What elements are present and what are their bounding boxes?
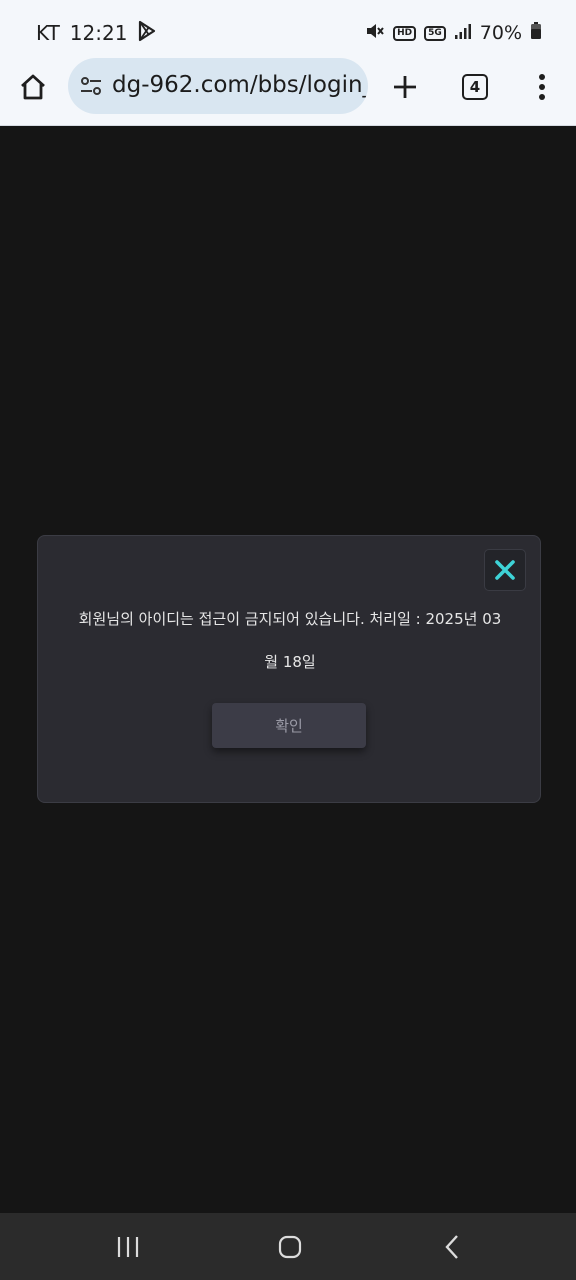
browser-toolbar: dg-962.com/bbs/login_ 4 [0, 58, 576, 126]
clock: 12:21 [69, 21, 128, 45]
url-text[interactable]: dg-962.com/bbs/login_ [112, 72, 368, 98]
confirm-button[interactable]: 확인 [212, 703, 366, 748]
signal-icon [454, 22, 472, 45]
close-button[interactable] [484, 549, 526, 591]
status-right: HD 5G 70% [365, 20, 542, 46]
tab-switcher-button[interactable]: 4 [462, 74, 488, 100]
page-content: 회원님의 아이디는 접근이 금지되어 있습니다. 처리일 : 2025년 03 … [0, 127, 576, 1213]
recent-apps-button[interactable] [108, 1231, 148, 1263]
system-navigation-bar [0, 1213, 576, 1280]
back-nav-button[interactable] [432, 1231, 472, 1263]
status-left: KT 12:21 [36, 20, 157, 46]
site-settings-icon[interactable] [78, 73, 104, 99]
dialog-message: 회원님의 아이디는 접근이 금지되어 있습니다. 처리일 : 2025년 03 … [68, 598, 512, 684]
dialog-message-line-2: 월 18일 [264, 653, 316, 671]
home-nav-button[interactable] [270, 1231, 310, 1263]
battery-icon [530, 21, 542, 45]
recent-apps-icon [117, 1237, 139, 1257]
home-icon [21, 74, 45, 100]
mute-icon [365, 21, 385, 46]
status-bar: KT 12:21 HD 5G 70% [0, 0, 576, 62]
carrier-label: KT [36, 21, 60, 45]
plus-icon [394, 76, 416, 98]
browser-menu-button[interactable] [530, 70, 554, 104]
alert-dialog: 회원님의 아이디는 접근이 금지되어 있습니다. 처리일 : 2025년 03 … [37, 535, 541, 803]
new-tab-button[interactable] [390, 72, 420, 102]
more-vert-icon [539, 74, 545, 100]
close-icon [495, 560, 515, 580]
address-bar[interactable]: dg-962.com/bbs/login_ [68, 58, 368, 114]
play-store-icon [137, 20, 157, 47]
home-button[interactable] [18, 72, 52, 106]
battery-percent: 70% [479, 22, 522, 44]
home-circle-icon [278, 1235, 302, 1259]
dialog-message-line-1: 회원님의 아이디는 접근이 금지되어 있습니다. 처리일 : 2025년 03 [78, 610, 502, 628]
hd-badge: HD [393, 25, 417, 41]
back-chevron-icon [445, 1235, 458, 1259]
network-badge: 5G [424, 25, 446, 41]
